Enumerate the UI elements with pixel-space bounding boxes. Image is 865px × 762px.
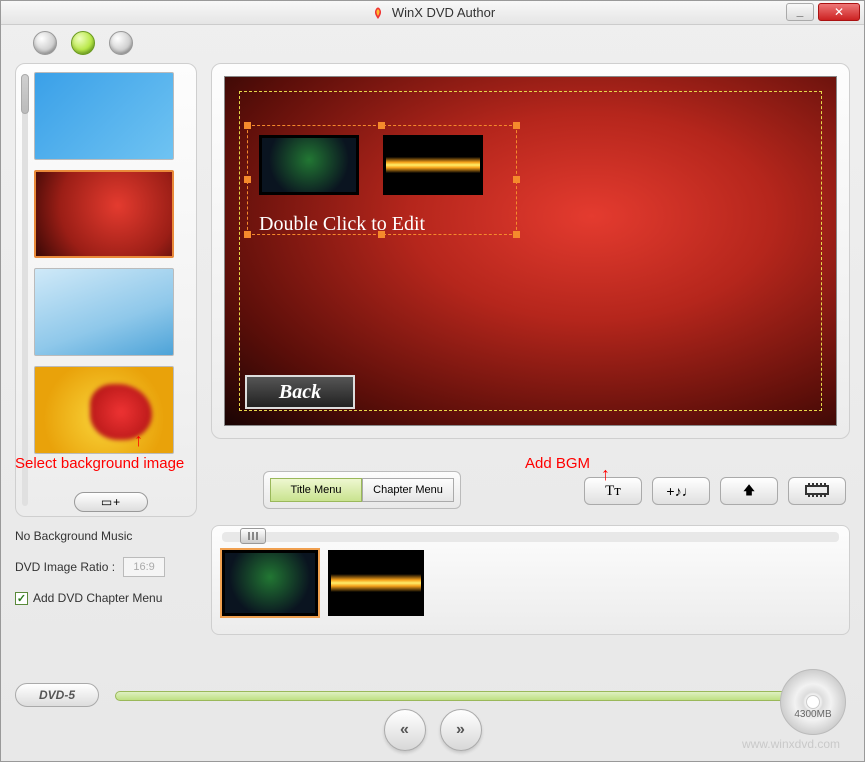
text-icon: Tᴛ — [605, 483, 621, 500]
menu-tabs: Title Menu Chapter Menu — [263, 471, 461, 509]
disc-capacity-label: 4300MB — [794, 709, 831, 720]
resize-handle-n[interactable] — [378, 122, 385, 129]
resize-handle-nw[interactable] — [244, 122, 251, 129]
close-button[interactable]: ✕ — [818, 3, 860, 21]
dvd-type-selector[interactable]: DVD-5 — [15, 683, 99, 707]
chapter-menu-checkbox[interactable]: ✓ — [15, 592, 28, 605]
add-background-button[interactable]: ▭+ — [74, 492, 148, 512]
app-title: WinX DVD Author — [392, 5, 495, 20]
background-picker-panel: ▭+ — [15, 63, 197, 517]
menu-preview-panel: Double Click to Edit Back — [211, 63, 850, 439]
menu-controls-row: Title Menu Chapter Menu Tᴛ +♪♩ 🡅 — [211, 449, 850, 509]
disc-capacity-icon: 4300MB — [780, 669, 846, 735]
bottom-bar: DVD-5 4300MB « » www.winxdvd.com — [15, 669, 850, 753]
resize-handle-e[interactable] — [513, 176, 520, 183]
resize-handle-se[interactable] — [513, 231, 520, 238]
timeline-scrollbar[interactable] — [222, 532, 839, 542]
bg-thumb-3[interactable] — [34, 268, 174, 356]
frame-style-button[interactable] — [788, 477, 846, 505]
bg-scroll-rail — [22, 74, 28, 506]
bg-thumb-4[interactable] — [34, 366, 174, 454]
chapter-menu-label: Add DVD Chapter Menu — [33, 591, 162, 605]
resize-handle-w[interactable] — [244, 176, 251, 183]
timeline-panel — [211, 525, 850, 635]
bg-thumb-1[interactable] — [34, 72, 174, 160]
disc-usage-bar — [115, 691, 820, 701]
step-orb-2[interactable] — [71, 31, 95, 55]
edit-hint-text[interactable]: Double Click to Edit — [259, 213, 425, 236]
timeline-scroll-handle[interactable] — [240, 528, 266, 544]
app-logo-icon — [370, 5, 386, 21]
ratio-label: DVD Image Ratio : — [15, 560, 115, 574]
text-tool-button[interactable]: Tᴛ — [584, 477, 642, 505]
app-window: WinX DVD Author _ ✕ ▭+ — [0, 0, 865, 762]
ratio-value-box[interactable]: 16:9 — [123, 557, 165, 577]
move-up-button[interactable]: 🡅 — [720, 477, 778, 505]
next-step-button[interactable]: » — [440, 709, 482, 751]
watermark-url: www.winxdvd.com — [742, 737, 840, 751]
options-panel: No Background Music DVD Image Ratio : 16… — [15, 525, 197, 635]
arrow-up-icon: 🡅 — [743, 481, 755, 502]
timeline-clip-1[interactable] — [222, 550, 318, 616]
frame-icon — [803, 483, 831, 500]
resize-handle-ne[interactable] — [513, 122, 520, 129]
minimize-button[interactable]: _ — [786, 3, 814, 21]
step-orb-1[interactable] — [33, 31, 57, 55]
menu-canvas[interactable]: Double Click to Edit Back — [224, 76, 837, 426]
tab-chapter-menu[interactable]: Chapter Menu — [362, 478, 454, 502]
bg-thumb-2[interactable] — [34, 170, 174, 258]
prev-step-button[interactable]: « — [384, 709, 426, 751]
titlebar: WinX DVD Author _ ✕ — [1, 1, 864, 25]
bg-scroll-thumb[interactable] — [21, 74, 29, 114]
menu-back-button[interactable]: Back — [245, 375, 355, 409]
bgm-status-label: No Background Music — [15, 529, 197, 543]
step-orb-3[interactable] — [109, 31, 133, 55]
resize-handle-sw[interactable] — [244, 231, 251, 238]
timeline-clip-2[interactable] — [328, 550, 424, 616]
add-bgm-button[interactable]: +♪♩ — [652, 477, 710, 505]
step-indicator-row — [1, 25, 864, 61]
music-icon: +♪♩ — [666, 483, 695, 499]
tab-title-menu[interactable]: Title Menu — [270, 478, 362, 502]
